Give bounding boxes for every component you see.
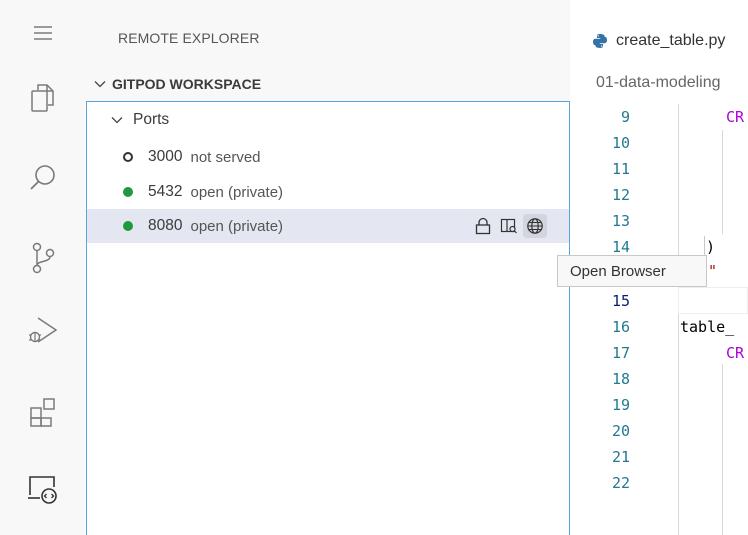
workspace-header-label: GITPOD WORKSPACE: [112, 76, 262, 92]
line-number: 11: [611, 160, 630, 178]
editor-tab[interactable]: create_table.py: [570, 18, 748, 64]
port-open-icon: [123, 187, 133, 197]
line-number: 21: [611, 448, 630, 466]
port-number: 3000: [148, 148, 183, 165]
line-number: 20: [611, 422, 630, 440]
port-row-8080[interactable]: 8080 open (private): [87, 209, 569, 243]
code-line-17[interactable]: CR: [726, 340, 744, 366]
line-number: 10: [611, 134, 630, 152]
port-number: 8080: [148, 217, 183, 234]
open-browser-tooltip: Open Browser: [557, 255, 707, 287]
python-file-icon: [593, 34, 607, 48]
tab-label: create_table.py: [616, 32, 726, 49]
remote-explorer-icon: [28, 476, 57, 504]
line-number: 17: [611, 344, 630, 362]
menu-button[interactable]: [0, 8, 86, 58]
indent-guide: [722, 364, 723, 535]
port-status: open (private): [190, 217, 284, 235]
explorer-icon: [31, 84, 54, 112]
line-number: 15: [611, 292, 630, 310]
port-row-actions: [471, 214, 547, 238]
menu-icon: [34, 26, 52, 40]
port-row-5432[interactable]: 5432 open (private): [87, 175, 569, 209]
line-number: 16: [611, 318, 630, 336]
indent-guide: [722, 130, 723, 234]
code-line-13[interactable]: ): [706, 234, 715, 260]
breadcrumb[interactable]: 01-data-modeling: [570, 64, 748, 102]
workspace-section-header[interactable]: GITPOD WORKSPACE: [86, 68, 570, 100]
port-open-icon: [123, 221, 133, 231]
extensions-button[interactable]: [0, 382, 86, 442]
port-status: open (private): [190, 183, 284, 201]
source-control-icon: [32, 242, 55, 274]
extensions-icon: [30, 398, 55, 427]
open-browser-button[interactable]: [523, 214, 547, 238]
chevron-down-icon: [111, 117, 123, 124]
line-number: 9: [620, 108, 630, 126]
port-status: not served: [190, 148, 261, 166]
line-number: 13: [611, 212, 630, 230]
make-public-button[interactable]: [471, 214, 495, 238]
run-debug-icon: [29, 317, 58, 343]
activity-bar: [0, 0, 86, 535]
explorer-button[interactable]: [0, 68, 86, 128]
ports-tree: Ports 3000 not served 5432 open (private…: [86, 101, 570, 535]
globe-icon: [527, 218, 543, 234]
port-not-served-icon: [123, 152, 133, 162]
search-button[interactable]: [0, 148, 86, 208]
line-number: 19: [611, 396, 630, 414]
code-line-14[interactable]: ": [708, 258, 717, 284]
code-line-9[interactable]: CR: [726, 104, 744, 130]
source-control-button[interactable]: [0, 228, 86, 288]
port-number: 5432: [148, 183, 183, 200]
lock-icon: [475, 217, 491, 235]
preview-icon: [500, 218, 517, 234]
tooltip-pointer: [704, 236, 705, 256]
line-number: 18: [611, 370, 630, 388]
ports-group-label: Ports: [133, 111, 170, 128]
sidebar-title: REMOTE EXPLORER: [118, 30, 260, 46]
code-line-16[interactable]: table_: [680, 314, 734, 340]
breadcrumb-folder: 01-data-modeling: [596, 74, 721, 91]
run-debug-button[interactable]: [0, 300, 86, 360]
line-number: 12: [611, 186, 630, 204]
remote-explorer-sidebar: REMOTE EXPLORER GITPOD WORKSPACE Ports 3…: [86, 0, 570, 535]
line-number: 22: [611, 474, 630, 492]
port-row-3000[interactable]: 3000 not served: [87, 140, 569, 174]
preview-in-editor-button[interactable]: [497, 214, 521, 238]
current-line-highlight: [678, 287, 748, 314]
ports-group-row[interactable]: Ports: [87, 103, 569, 137]
chevron-down-icon: [94, 81, 106, 88]
tooltip-text: Open Browser: [570, 262, 666, 280]
search-icon: [30, 165, 55, 190]
indent-guide: [678, 104, 679, 535]
remote-explorer-button[interactable]: [0, 458, 86, 518]
